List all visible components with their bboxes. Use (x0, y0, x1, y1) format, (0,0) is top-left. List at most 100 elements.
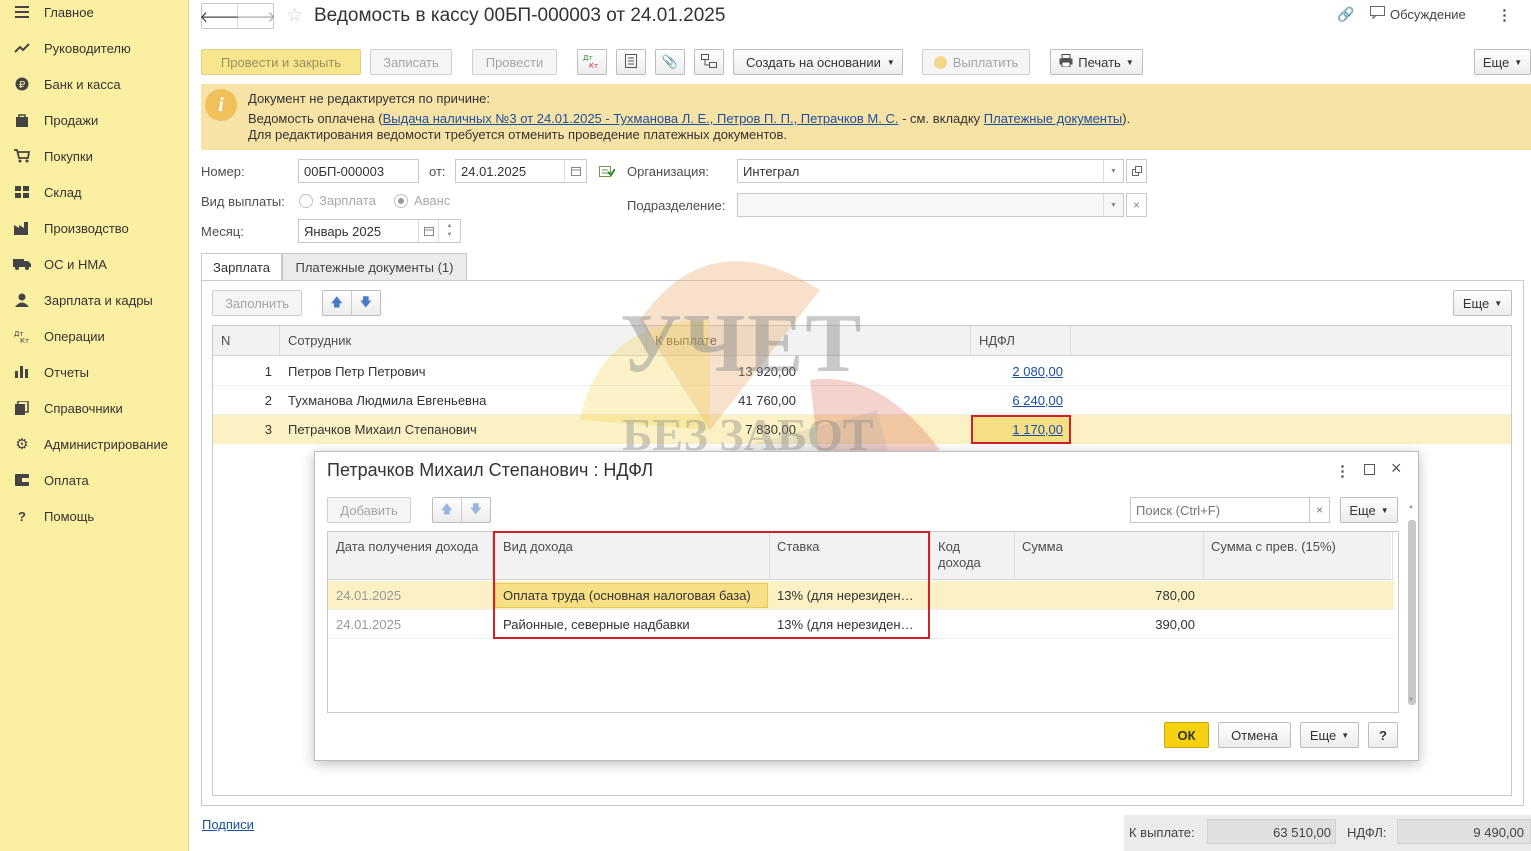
post-close-button[interactable]: Провести и закрыть (201, 49, 361, 75)
arrow-down-icon[interactable]: 🡇 (462, 498, 490, 522)
attach-button[interactable]: 📎 (655, 49, 685, 75)
col-sum-prev[interactable]: Сумма с прев. (15%) (1211, 539, 1336, 554)
cell-ndfl-link[interactable]: 6 240,00 (973, 393, 1063, 408)
table-row[interactable]: 2 Тухманова Людмила Евгеньевна 41 760,00… (213, 386, 1511, 415)
col-ndfl[interactable]: НДФЛ (979, 333, 1015, 348)
scroll-down-icon[interactable]: ▼ (1408, 697, 1414, 703)
col-n[interactable]: N (221, 333, 230, 348)
sidebar-item-purchases[interactable]: Покупки (0, 141, 189, 171)
scrollbar[interactable]: ▲ ▼ (1407, 504, 1417, 709)
clear-icon[interactable]: × (1126, 193, 1147, 217)
dropdown-arrow-icon: ▼ (1341, 730, 1350, 740)
dept-field[interactable]: ▼ (737, 193, 1124, 217)
list-button[interactable] (616, 49, 646, 75)
post-button[interactable]: Провести (472, 49, 557, 75)
save-button[interactable]: Записать (370, 49, 452, 75)
open-icon[interactable] (1126, 159, 1147, 183)
cell-ndfl-link[interactable]: 1 170,00 (973, 422, 1063, 437)
spin-icon[interactable]: ▲ ▼ (438, 220, 460, 242)
date-field[interactable]: 24.01.2025 (455, 159, 587, 183)
calendar-icon[interactable] (418, 220, 438, 242)
dropdown-arrow-icon[interactable]: ▼ (1103, 160, 1123, 182)
cell-to-pay: 13 920,00 (738, 364, 796, 379)
barchart-icon (0, 366, 44, 378)
payment-docs-tab-link[interactable]: Платежные документы (984, 111, 1122, 126)
cell-ndfl-link[interactable]: 2 080,00 (973, 364, 1063, 379)
sidebar-item-catalogs[interactable]: Справочники (0, 393, 189, 423)
structure-button[interactable] (694, 49, 724, 75)
sidebar-item-salary[interactable]: Зарплата и кадры (0, 285, 189, 315)
fill-button[interactable]: Заполнить (212, 290, 302, 316)
month-field[interactable]: Январь 2025 ▲ ▼ (298, 219, 461, 243)
sidebar-item-bank[interactable]: ₽ Банк и касса (0, 69, 189, 99)
arrow-down-icon[interactable]: 🡇 (352, 291, 380, 315)
dialog-bottom-more-button[interactable]: Еще ▼ (1300, 722, 1359, 748)
more-button[interactable]: Еще ▼ (1474, 49, 1531, 75)
create-based-button[interactable]: Создать на основании ▼ (733, 49, 903, 75)
table-row[interactable]: 1 Петров Петр Петрович 13 920,00 2 080,0… (213, 357, 1511, 386)
col-code[interactable]: Код дохода (938, 539, 981, 571)
tab-payment-docs[interactable]: Платежные документы (1) (282, 253, 467, 281)
scroll-thumb[interactable] (1408, 520, 1416, 705)
discussion-button[interactable]: Обсуждение (1370, 6, 1466, 22)
sidebar-item-warehouse[interactable]: Склад (0, 177, 189, 207)
print-button[interactable]: Печать ▼ (1050, 49, 1143, 75)
dtkt-button[interactable]: Дт Кт (577, 49, 607, 75)
maximize-icon[interactable] (1364, 464, 1375, 475)
star-icon[interactable]: ☆ (286, 4, 303, 26)
link-icon[interactable]: 🔗 (1337, 6, 1354, 23)
sidebar-item-operations[interactable]: Дт Кт Операции (0, 321, 189, 351)
number-label: Номер: (201, 164, 245, 179)
forward-arrow-icon[interactable]: 🡒 (236, 4, 276, 28)
number-field[interactable]: 00БП-000003 (298, 159, 419, 183)
person-icon (0, 293, 44, 307)
col-employee[interactable]: Сотрудник (288, 333, 351, 348)
dtkt-icon: Дт Кт (0, 329, 44, 343)
ok-button[interactable]: ОК (1164, 722, 1209, 748)
sidebar-item-label: ОС и НМА (44, 256, 107, 272)
help-button[interactable]: ? (1368, 722, 1398, 748)
pay-button[interactable]: Выплатить (922, 49, 1030, 75)
calendar-icon[interactable] (564, 160, 586, 182)
col-date[interactable]: Дата получения дохода (336, 539, 478, 554)
search-input[interactable] (1130, 497, 1310, 523)
cancel-button[interactable]: Отмена (1218, 722, 1291, 748)
table-more-button[interactable]: Еще ▼ (1453, 290, 1512, 316)
arrow-up-icon[interactable]: 🡅 (433, 498, 462, 522)
sidebar-item-director[interactable]: Руководителю (0, 33, 189, 63)
tab-salary[interactable]: Зарплата (201, 253, 282, 281)
org-field[interactable]: Интеграл ▼ (737, 159, 1124, 183)
col-code-line2: дохода (938, 555, 981, 570)
sidebar-item-production[interactable]: Производство (0, 213, 189, 243)
more-vert-icon[interactable]: ⋮ (1497, 6, 1512, 24)
sidebar-item-payment[interactable]: Оплата (0, 465, 189, 495)
payment-doc-link[interactable]: Выдача наличных №3 от 24.01.2025 - Тухма… (383, 111, 899, 126)
dropdown-arrow-icon[interactable]: ▼ (1103, 194, 1123, 216)
col-to-pay[interactable]: К выплате (655, 333, 717, 348)
cell-employee: Петров Петр Петрович (288, 364, 426, 379)
cell-employee: Петрачков Михаил Степанович (288, 422, 477, 437)
col-sum[interactable]: Сумма (1022, 539, 1063, 554)
paytype-radio-advance[interactable]: Аванс (394, 193, 450, 208)
clear-search-icon[interactable]: × (1309, 497, 1330, 523)
scroll-up-icon[interactable]: ▲ (1408, 504, 1414, 510)
total-ndfl-value: 9 490,00 (1397, 819, 1531, 844)
sidebar-item-help[interactable]: ? Помощь (0, 501, 189, 531)
signatures-link[interactable]: Подписи (202, 817, 254, 832)
sidebar-item-main[interactable]: Главное (0, 0, 189, 27)
cell-n: 3 (264, 422, 272, 437)
svg-text:₽: ₽ (19, 80, 26, 91)
table-row-selected[interactable]: 3 Петрачков Михаил Степанович 7 830,00 1… (213, 415, 1511, 444)
dialog-menu-icon[interactable]: ⋮ (1335, 462, 1350, 480)
sidebar-item-sales[interactable]: Продажи (0, 105, 189, 135)
arrow-up-icon[interactable]: 🡅 (323, 291, 352, 315)
back-arrow-icon[interactable]: 🡐 (199, 4, 240, 28)
close-icon[interactable]: × (1391, 458, 1402, 479)
sidebar-item-assets[interactable]: ОС и НМА (0, 249, 189, 279)
dialog-more-button[interactable]: Еще ▼ (1340, 497, 1398, 523)
paytype-radio-salary[interactable]: Зарплата (299, 193, 376, 208)
sidebar-item-admin[interactable]: ⚙ Администрирование (0, 429, 189, 459)
add-button[interactable]: Добавить (327, 497, 411, 523)
sidebar-item-reports[interactable]: Отчеты (0, 357, 189, 387)
cell-sum: 390,00 (1155, 617, 1195, 632)
